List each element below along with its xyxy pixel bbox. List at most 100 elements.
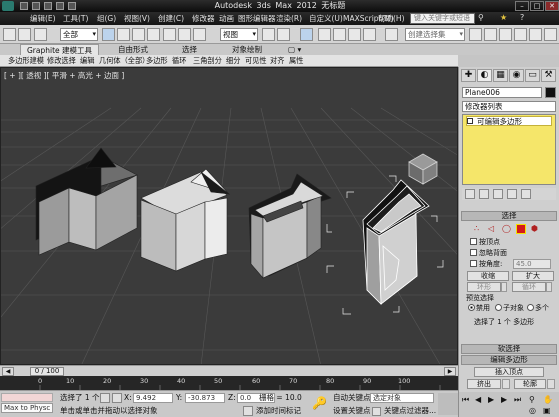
undo-icon[interactable]	[56, 2, 64, 10]
orbit-icon[interactable]: ◎	[529, 406, 536, 415]
tab-object-paint[interactable]: 对象绘制	[232, 44, 262, 55]
layer-manager-icon[interactable]	[499, 28, 512, 41]
ribbon-options-icon[interactable]: ▢ ▾	[288, 44, 301, 55]
key-icon[interactable]: 🔑	[312, 396, 327, 410]
auto-key-button[interactable]: 自动关键点	[333, 393, 371, 403]
help-icon[interactable]: ?	[520, 13, 524, 22]
stack-item-editable-poly[interactable]: 可编辑多边形	[466, 116, 552, 126]
slider-next-icon[interactable]: ▶	[444, 367, 456, 376]
panel-geometry-all[interactable]: 几何体（全部）	[99, 55, 149, 67]
go-to-end-icon[interactable]: ⏭	[514, 395, 521, 405]
minimize-button[interactable]: –	[515, 1, 529, 11]
configure-sets-icon[interactable]	[521, 189, 531, 199]
panel-align[interactable]: 对齐	[270, 55, 284, 67]
menu-edit[interactable]: 编辑(E)	[30, 12, 56, 25]
menu-modifiers[interactable]: 修改器	[192, 12, 215, 25]
keyboard-shortcut-icon[interactable]	[300, 28, 313, 41]
preview-disabled-radio[interactable]: 禁用	[468, 304, 490, 313]
insert-vertex-button[interactable]: 插入顶点	[474, 367, 544, 377]
selection-rollout-header[interactable]: 选择	[461, 211, 557, 221]
selection-filter-dropdown[interactable]: 全部	[60, 28, 98, 41]
make-unique-icon[interactable]	[493, 189, 503, 199]
modifier-list-dropdown[interactable]: 修改器列表	[462, 101, 556, 112]
window-crossing-icon[interactable]	[147, 28, 160, 41]
zoom-icon[interactable]: ⚲	[529, 395, 535, 404]
select-manipulate-icon[interactable]	[277, 28, 290, 41]
viewport-scene[interactable]	[1, 68, 458, 365]
maximize-viewport-icon[interactable]: ▣	[543, 406, 551, 415]
select-link-icon[interactable]	[34, 28, 47, 41]
object-name-field[interactable]: Plane006	[462, 87, 542, 98]
shrink-button[interactable]: 收缩	[467, 271, 509, 281]
menu-help[interactable]: 帮助(H)	[378, 12, 405, 25]
app-logo-icon[interactable]	[2, 1, 14, 11]
show-end-result-icon[interactable]	[479, 189, 489, 199]
favorites-star-icon[interactable]: ★	[500, 13, 507, 22]
edge-mode-icon[interactable]: ◁	[488, 224, 494, 233]
preview-multi-radio[interactable]: 多个	[527, 304, 549, 313]
panel-loops[interactable]: 循环	[172, 55, 186, 67]
stack-expand-icon[interactable]	[467, 118, 473, 124]
panel-edit[interactable]: 编辑	[80, 55, 94, 67]
ignore-backfacing-checkbox[interactable]: 忽略背面	[470, 249, 507, 258]
render-icon[interactable]	[544, 28, 557, 41]
polygon-mode-icon[interactable]	[516, 224, 526, 234]
percent-snap-icon[interactable]	[348, 28, 361, 41]
tab-graphite-modeling[interactable]: Graphite 建模工具	[20, 44, 100, 55]
preview-subobject-radio[interactable]: 子对象	[495, 304, 524, 313]
y-coordinate-field[interactable]: -30.873	[185, 393, 225, 403]
panel-visibility[interactable]: 可见性	[245, 55, 267, 67]
close-button[interactable]: ✕	[545, 1, 559, 11]
absolute-mode-icon[interactable]	[112, 393, 122, 403]
ring-spinner[interactable]	[501, 282, 507, 292]
ring-button[interactable]: 环形	[467, 282, 501, 292]
edit-polygons-rollout-header[interactable]: 编辑多边形	[461, 355, 557, 365]
go-to-start-icon[interactable]: ⏮	[462, 395, 469, 405]
select-scale-icon[interactable]	[193, 28, 206, 41]
remove-modifier-icon[interactable]	[507, 189, 517, 199]
save-file-icon[interactable]	[44, 2, 52, 10]
render-setup-icon[interactable]	[529, 28, 542, 41]
border-mode-icon[interactable]: ◯	[502, 224, 511, 233]
redo-icon[interactable]	[68, 2, 76, 10]
menu-customize[interactable]: 自定义(U)	[309, 12, 343, 25]
angle-value-field[interactable]: 45.0	[513, 259, 551, 269]
undo-toolbar-icon[interactable]	[3, 28, 16, 41]
spinner-snap-icon[interactable]	[363, 28, 376, 41]
maxscript-pink-bar[interactable]	[1, 393, 53, 402]
menu-create[interactable]: 创建(C)	[158, 12, 184, 25]
redo-toolbar-icon[interactable]	[18, 28, 31, 41]
create-tab-icon[interactable]: ✚	[461, 69, 476, 82]
snaps-toggle-icon[interactable]	[318, 28, 331, 41]
modify-tab-icon[interactable]: ◐	[477, 69, 492, 82]
menu-views[interactable]: 视图(V)	[124, 12, 150, 25]
soft-selection-rollout-header[interactable]: 软选择	[461, 344, 557, 354]
display-tab-icon[interactable]: ▭	[525, 69, 540, 82]
pan-icon[interactable]: ✋	[543, 395, 553, 404]
grow-button[interactable]: 扩大	[512, 271, 554, 281]
viewcube-icon[interactable]	[406, 152, 440, 186]
previous-frame-icon[interactable]: ◀	[475, 395, 481, 404]
add-time-tag[interactable]: 添加时间标记	[256, 406, 301, 416]
loop-button[interactable]: 循环	[512, 282, 546, 292]
menu-rendering[interactable]: 渲染(R)	[276, 12, 302, 25]
extrude-button[interactable]: 挤出	[467, 379, 501, 389]
select-move-icon[interactable]	[163, 28, 176, 41]
hierarchy-tab-icon[interactable]: ▦	[493, 69, 508, 82]
track-bar[interactable]: 0 10 20 30 40 50 60 70 80 90 100	[0, 376, 458, 390]
select-rotate-icon[interactable]	[178, 28, 191, 41]
select-by-name-icon[interactable]	[117, 28, 130, 41]
panel-polygon-modeling[interactable]: 多边形建模	[8, 55, 44, 67]
panel-triangulation[interactable]: 三角剖分	[193, 55, 222, 67]
utilities-tab-icon[interactable]: ⚒	[541, 69, 556, 82]
next-frame-icon[interactable]: ▶	[501, 395, 507, 404]
time-tag-icon[interactable]	[243, 406, 253, 416]
keyword-search-input[interactable]: 键入关键字或短语	[410, 13, 475, 24]
viewport-label[interactable]: [ + ][ 透视 ][ 平滑 + 高光 + 边面 ]	[4, 70, 124, 81]
panel-polygons[interactable]: 多边形	[146, 55, 168, 67]
reference-coordinate-dropdown[interactable]: 视图	[220, 28, 258, 41]
named-selection-set-dropdown[interactable]: 创建选择集	[405, 28, 465, 41]
align-icon[interactable]	[484, 28, 497, 41]
binoculars-icon[interactable]: ⚲	[478, 13, 484, 22]
lock-selection-icon[interactable]	[100, 393, 110, 403]
